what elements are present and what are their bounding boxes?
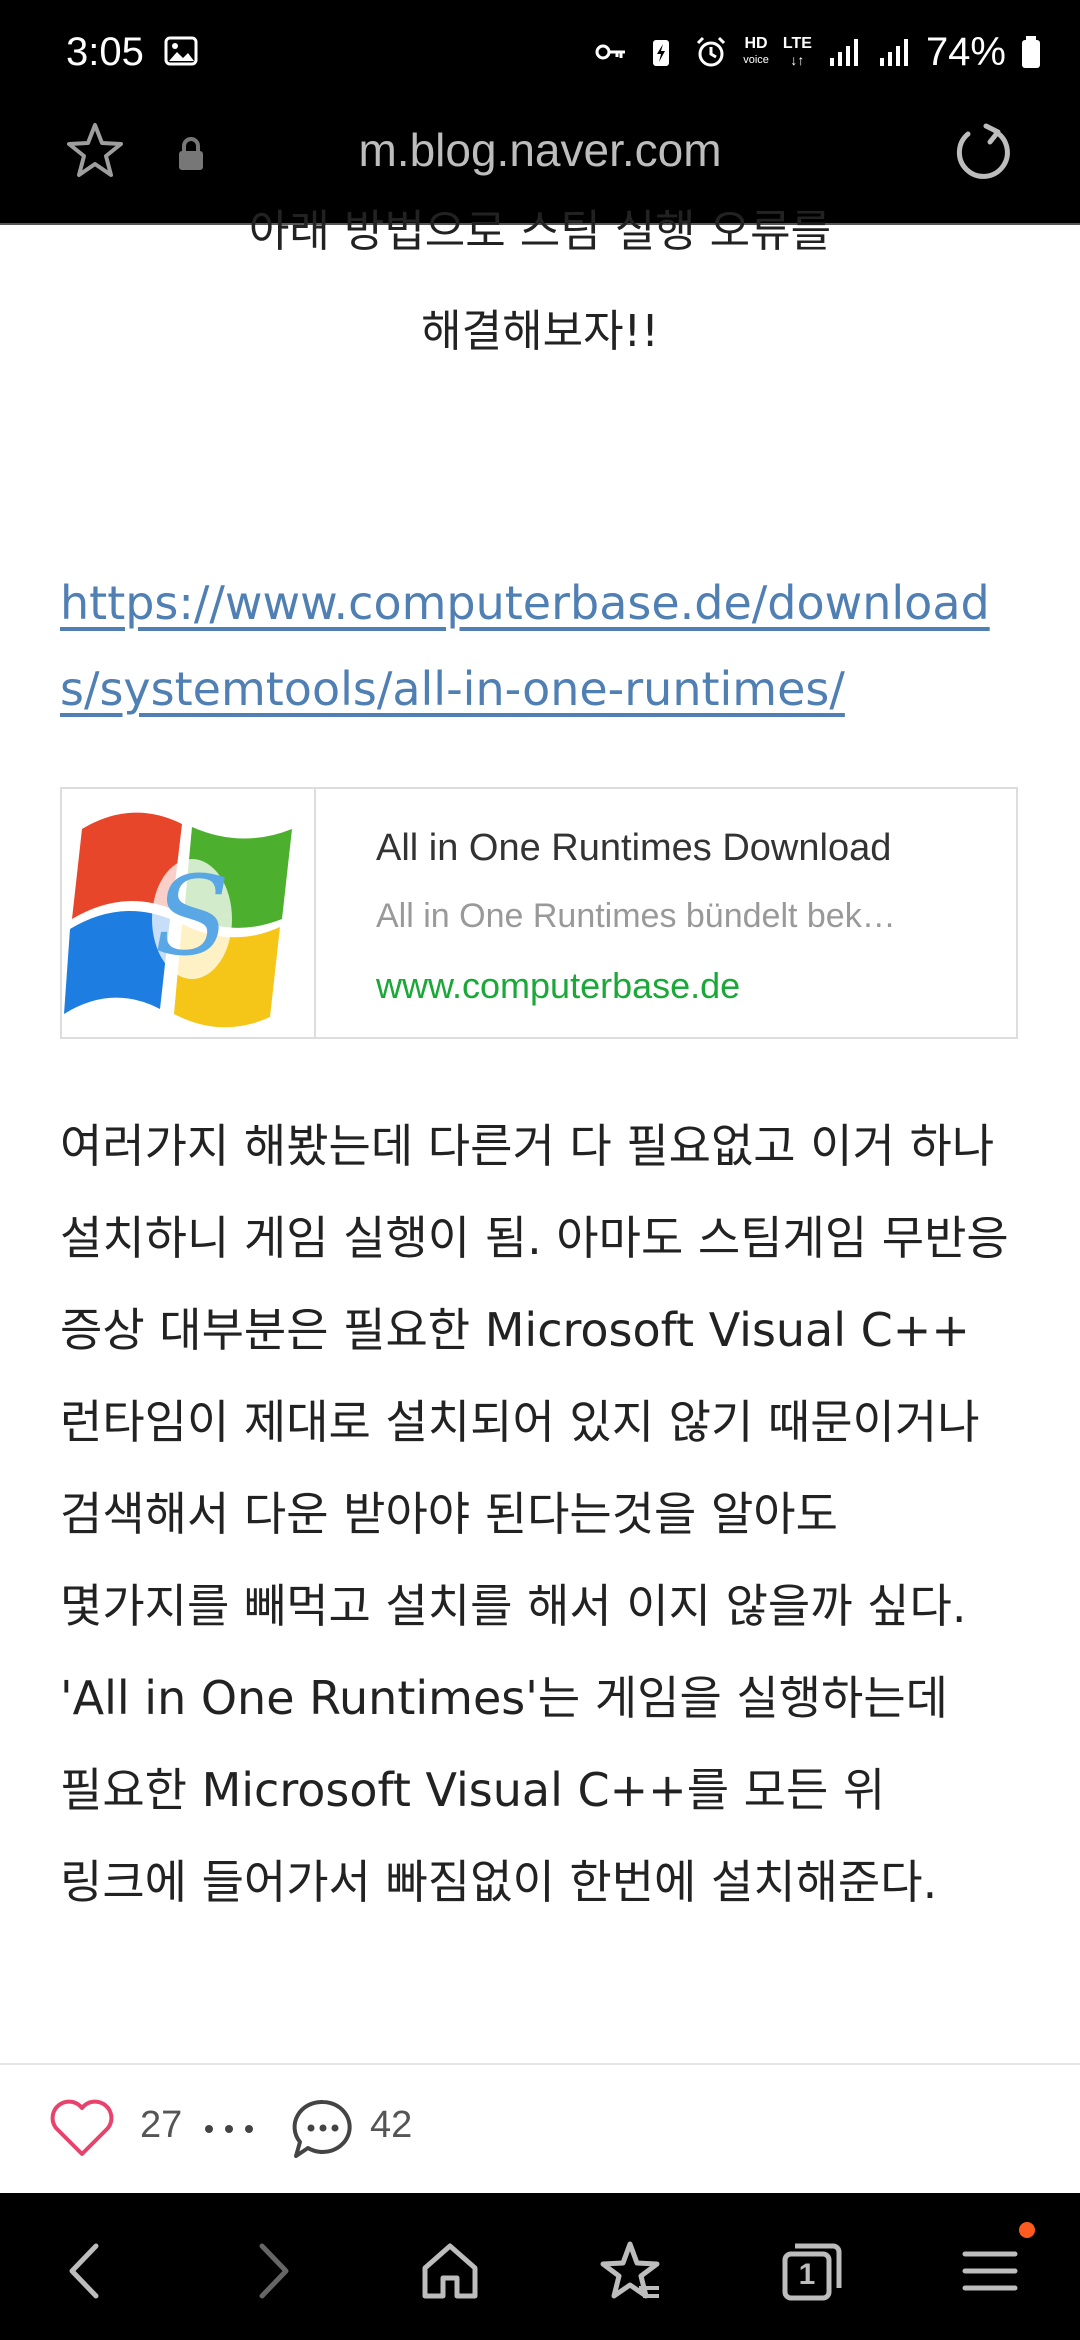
notification-dot — [1019, 2222, 1035, 2238]
like-heart-icon[interactable] — [48, 2096, 116, 2160]
forward-arrow-icon[interactable] — [236, 2236, 306, 2306]
url-domain[interactable]: m.blog.naver.com — [0, 123, 1080, 177]
vpn-key-icon — [595, 44, 626, 60]
signal-icon-2 — [879, 39, 908, 66]
status-time: 3:05 — [66, 30, 144, 74]
reload-icon[interactable] — [950, 120, 1016, 186]
tabs-button[interactable]: 1 — [775, 2236, 845, 2306]
lte-indicator: LTE ↓↑ — [782, 35, 812, 69]
link-preview-card[interactable]: S All in One Runtimes Download All in On… — [60, 787, 1018, 1039]
tabs-count: 1 — [798, 2258, 816, 2291]
card-thumbnail: S — [62, 789, 316, 1037]
card-domain: www.computerbase.de — [376, 965, 741, 1006]
menu-icon[interactable] — [955, 2236, 1025, 2306]
centered-text-line: 해결해보자!! — [421, 306, 659, 357]
like-count: 27 — [140, 2104, 183, 2146]
home-icon[interactable] — [415, 2236, 485, 2306]
article-paragraph: 여러가지 해봤는데 다른거 다 필요없고 이거 하나 설치하니 게임 실행이 됨… — [60, 1119, 1009, 1909]
status-icons: HD voice LTE ↓↑ 74% — [593, 26, 1042, 78]
hd-label: HD — [744, 35, 768, 52]
bookmarks-star-icon[interactable] — [595, 2236, 665, 2306]
windows-logo-icon: S — [62, 789, 314, 1037]
signal-icon — [829, 39, 858, 66]
browser-bottom-nav — [0, 2193, 1080, 2340]
article-link[interactable]: https://www.computerbase.de/downloads/sy… — [60, 560, 1020, 732]
lte-label: LTE — [782, 35, 812, 52]
hd-voice-indicator: HD voice — [743, 36, 769, 68]
comment-count: 42 — [370, 2104, 413, 2146]
card-description: All in One Runtimes bündelt bek… — [376, 897, 896, 935]
partial-text-line: 아래 방법으로 스팀 실행 오류를 — [248, 206, 832, 257]
gallery-icon — [164, 36, 198, 66]
alarm-icon — [697, 36, 726, 67]
back-arrow-icon[interactable] — [52, 2236, 122, 2306]
data-arrows-icon: ↓↑ — [790, 52, 805, 68]
more-dots-icon[interactable] — [202, 2122, 256, 2136]
comment-icon[interactable] — [290, 2096, 356, 2162]
battery-saver-icon — [653, 40, 670, 66]
voice-label: voice — [743, 54, 769, 66]
status-bar: 3:05 HD voice LTE ↓↑ 74% — [0, 0, 1080, 105]
svg-text:S: S — [154, 852, 229, 980]
battery-percent: 74% — [925, 29, 1006, 74]
battery-icon — [1022, 36, 1040, 68]
card-title: All in One Runtimes Download — [376, 827, 892, 869]
